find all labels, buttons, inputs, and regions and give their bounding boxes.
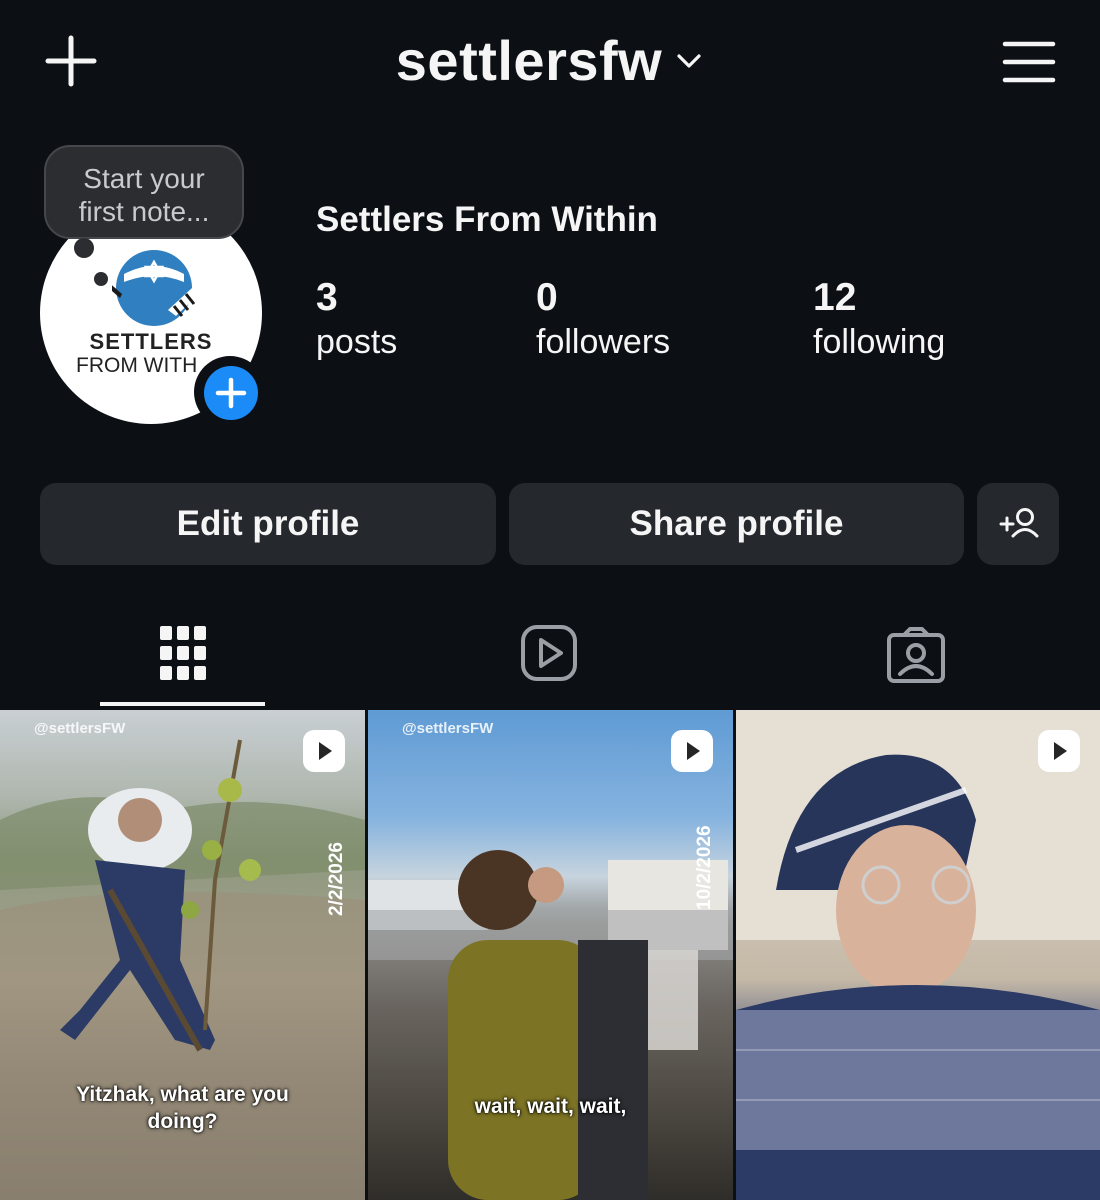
active-tab-indicator xyxy=(100,702,265,706)
post-image xyxy=(736,710,1100,1200)
account-switcher[interactable]: settlersfw xyxy=(0,28,1100,93)
reels-icon xyxy=(521,625,577,681)
reel-play-icon xyxy=(319,742,332,760)
add-story-button[interactable] xyxy=(194,356,266,428)
display-name: Settlers From Within xyxy=(316,200,658,239)
add-person-icon xyxy=(999,508,1039,538)
post-image xyxy=(368,850,733,1200)
reel-badge xyxy=(303,730,345,772)
reel-badge xyxy=(671,730,713,772)
note-line-2: first note... xyxy=(78,196,210,227)
stat-label: posts xyxy=(316,323,398,361)
post-thumbnail[interactable] xyxy=(736,710,1100,1200)
reel-badge xyxy=(1038,730,1080,772)
tagged-icon xyxy=(887,627,945,683)
plus-icon xyxy=(215,377,247,409)
grid-icon xyxy=(160,626,206,680)
post-caption: Yitzhak, what are you doing? xyxy=(76,1083,289,1133)
post-caption: wait, wait, wait, xyxy=(474,1095,627,1118)
note-bubble[interactable]: Start your first note... xyxy=(44,145,244,239)
stat-following[interactable]: 12 following xyxy=(813,276,945,364)
username-title: settlersfw xyxy=(395,29,663,92)
post-thumbnail[interactable]: @settlersFW 2/2/2026 Yitzhak, what are y… xyxy=(0,710,365,1200)
tab-posts-grid[interactable] xyxy=(0,610,366,706)
stat-followers[interactable]: 0 followers xyxy=(536,276,670,364)
stat-value: 12 xyxy=(813,276,857,319)
discover-people-button[interactable] xyxy=(977,483,1059,565)
reel-play-icon xyxy=(1054,742,1067,760)
share-profile-button[interactable]: Share profile xyxy=(509,483,964,565)
note-tail-small xyxy=(94,272,108,286)
top-bar: settlersfw xyxy=(0,0,1100,125)
posts-grid: @settlersFW 2/2/2026 Yitzhak, what are y… xyxy=(0,710,1100,1200)
stat-posts[interactable]: 3 posts xyxy=(316,276,397,364)
stat-value: 0 xyxy=(536,276,558,319)
note-line-1: Start your xyxy=(83,163,205,194)
edit-profile-button[interactable]: Edit profile xyxy=(40,483,496,565)
menu-icon[interactable] xyxy=(1002,40,1056,84)
stat-value: 3 xyxy=(316,276,338,319)
post-handle: @settlersFW xyxy=(34,720,126,737)
stat-label: following xyxy=(813,323,946,361)
reel-play-icon xyxy=(687,742,700,760)
chevron-down-icon xyxy=(677,53,701,68)
note-tail xyxy=(74,238,94,258)
post-date: 2/2/2026 xyxy=(326,842,347,916)
post-handle: @settlersFW xyxy=(402,720,494,737)
post-thumbnail[interactable]: @settlersFW 10/2/2026 wait, wait, wait, xyxy=(368,710,733,1200)
stat-label: followers xyxy=(536,323,671,361)
post-date: 10/2/2026 xyxy=(694,825,715,910)
tab-tagged[interactable] xyxy=(732,610,1098,706)
settlers-logo-icon xyxy=(112,250,222,326)
tab-reels[interactable] xyxy=(366,610,732,706)
